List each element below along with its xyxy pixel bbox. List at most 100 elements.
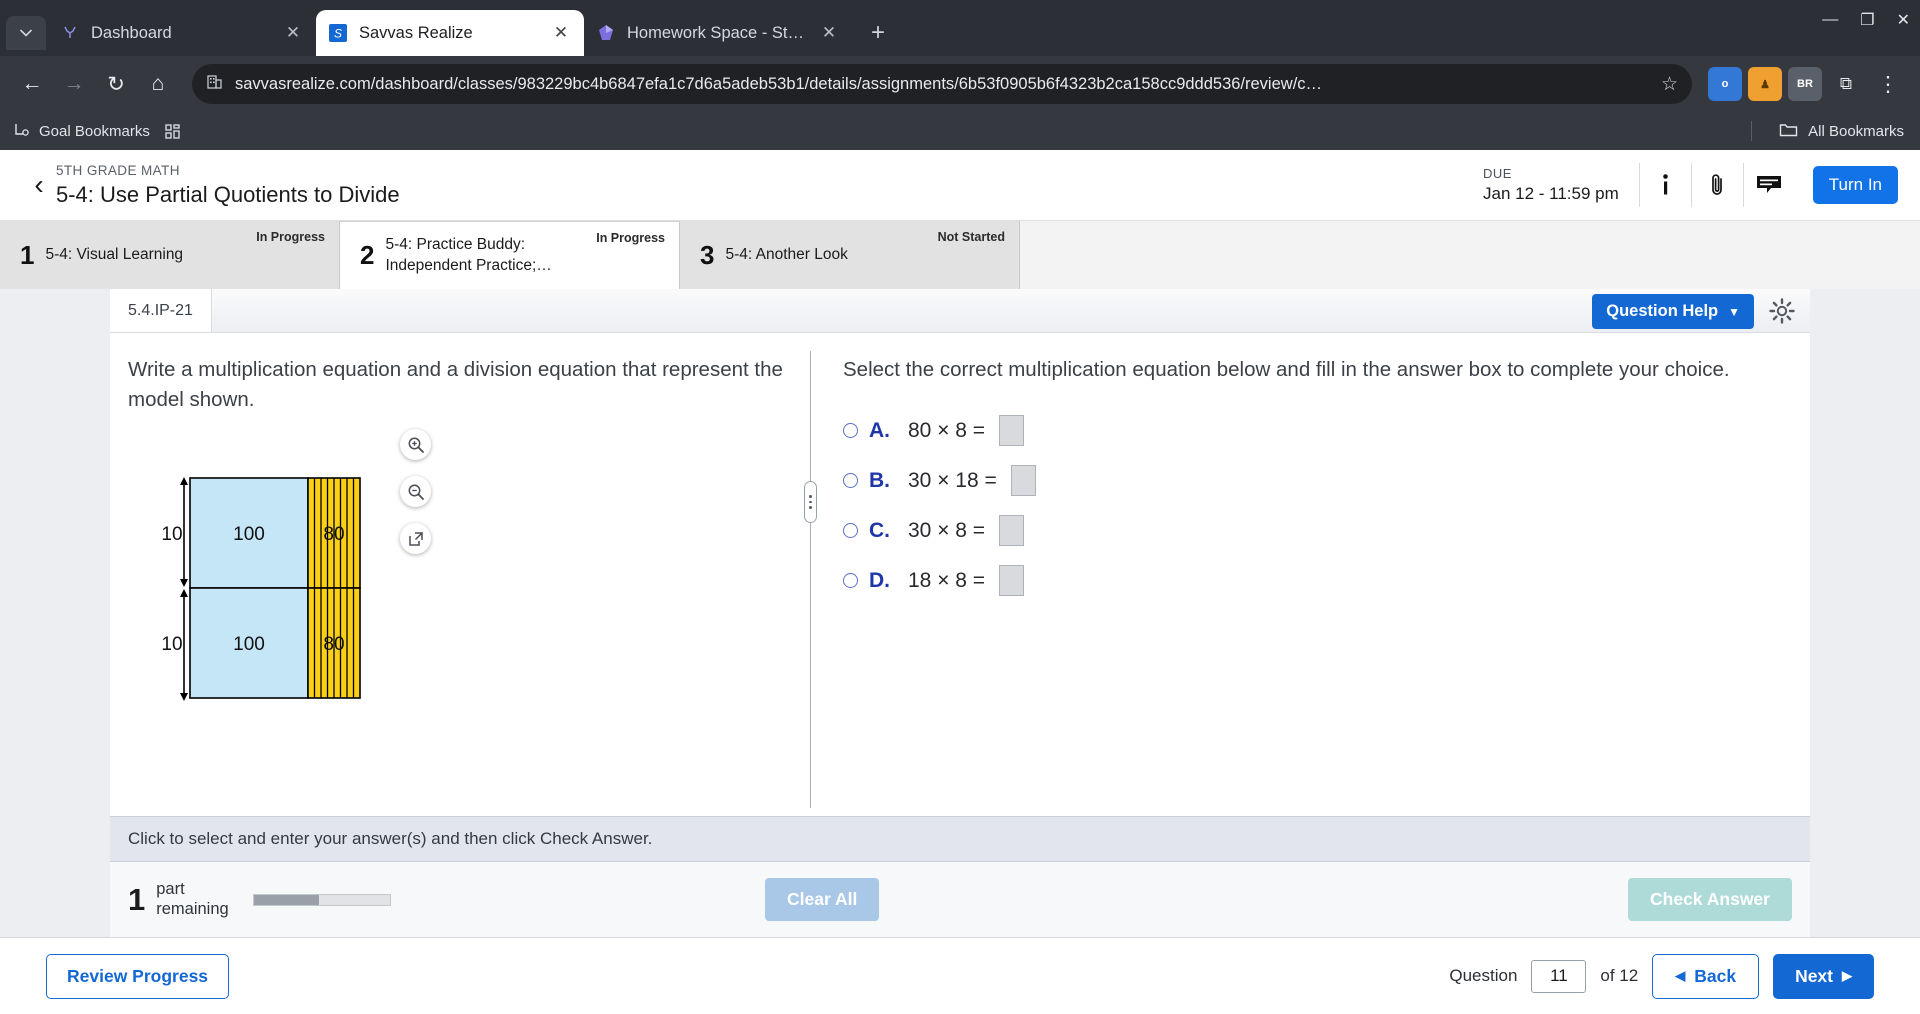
question-right-pane: Select the correct multiplication equati…	[811, 333, 1810, 816]
browser-tab-studyx[interactable]: Homework Space - StudyX ✕	[584, 10, 852, 56]
site-info-icon[interactable]	[206, 73, 223, 95]
svg-text:100: 100	[233, 634, 265, 655]
answer-input-box[interactable]	[999, 515, 1025, 547]
question-id: 5.4.IP-21	[110, 289, 212, 332]
close-icon[interactable]: ✕	[550, 22, 572, 44]
browser-window: Dashboard ✕ S Savvas Realize ✕ Homework …	[0, 0, 1920, 1014]
answer-choice-a[interactable]: A. 80 × 8 =	[843, 415, 1782, 447]
answer-input-box[interactable]	[999, 565, 1025, 597]
attachment-icon[interactable]	[1690, 163, 1743, 207]
progress-bar	[252, 893, 391, 906]
svg-text:100: 100	[233, 524, 265, 545]
lesson-tabs: In Progress 1 5-4: Visual Learning In Pr…	[0, 221, 1920, 289]
info-icon[interactable]	[1638, 163, 1691, 207]
tab-search-button[interactable]	[6, 16, 46, 50]
review-progress-button[interactable]: Review Progress	[46, 953, 230, 999]
choice-expression: 30 × 8 =	[908, 518, 986, 542]
browser-tab-dashboard[interactable]: Dashboard ✕	[48, 10, 316, 56]
lesson-tab-3[interactable]: Not Started 3 5-4: Another Look	[680, 221, 1020, 289]
chevron-left-icon[interactable]: ‹	[22, 169, 56, 201]
choice-expression: 18 × 8 =	[908, 568, 986, 592]
extension-sidepanel-icon[interactable]: ⧉	[1828, 66, 1864, 102]
browser-tab-savvas-realize[interactable]: S Savvas Realize ✕	[316, 10, 584, 56]
lesson-tab-status: In Progress	[256, 230, 325, 244]
lesson-tab-2[interactable]: In Progress 2 5-4: Practice Buddy: Indep…	[340, 221, 680, 289]
comment-icon[interactable]	[1742, 163, 1795, 207]
all-bookmarks-button[interactable]: All Bookmarks	[1779, 121, 1904, 142]
forward-icon[interactable]: →	[56, 66, 92, 102]
lesson-tab-number: 1	[20, 239, 35, 270]
answer-prompt: Select the correct multiplication equati…	[843, 358, 1730, 381]
lesson-tab-status: In Progress	[596, 231, 665, 245]
lesson-tab-1[interactable]: In Progress 1 5-4: Visual Learning	[0, 221, 340, 289]
apps-grid-icon[interactable]	[164, 123, 181, 140]
question-total-label: of 12	[1600, 966, 1639, 985]
question-number-input[interactable]: 11	[1531, 959, 1587, 993]
bookmark-goal-bookmarks[interactable]: Goal Bookmarks	[14, 121, 150, 142]
extension-orange-icon[interactable]: ♟	[1748, 67, 1782, 101]
address-bar[interactable]: savvasrealize.com/dashboard/classes/9832…	[192, 64, 1692, 104]
choice-letter: A.	[869, 418, 890, 442]
folder-gear-icon	[14, 121, 31, 142]
answer-input-box[interactable]	[999, 415, 1025, 447]
parts-count: 1	[128, 881, 146, 917]
back-icon[interactable]: ←	[14, 66, 50, 102]
question-help-button[interactable]: Question Help ▼	[1592, 294, 1754, 329]
reload-icon[interactable]: ↻	[98, 66, 134, 102]
parts-remaining: 1 part remaining	[128, 880, 391, 920]
svg-text:S: S	[334, 27, 342, 41]
radio-button[interactable]	[843, 473, 858, 489]
course-label: 5TH GRADE MATH	[56, 162, 180, 178]
choice-letter: B.	[869, 468, 890, 492]
back-button[interactable]: ◀ Back	[1652, 953, 1760, 999]
maximize-icon[interactable]: ❐	[1860, 10, 1874, 30]
next-button[interactable]: Next ▶	[1773, 953, 1874, 999]
due-label: DUE	[1482, 166, 1512, 181]
lesson-tab-label: 5-4: Visual Learning	[45, 245, 184, 263]
turn-in-button[interactable]: Turn In	[1812, 166, 1898, 204]
choice-expression: 30 × 18 =	[908, 468, 997, 492]
clear-all-button[interactable]: Clear All	[765, 878, 880, 921]
radio-button[interactable]	[843, 523, 858, 539]
savvas-logo-icon: S	[328, 23, 348, 43]
zoom-in-icon[interactable]	[400, 429, 431, 460]
divider-drag-handle[interactable]	[804, 481, 817, 523]
close-icon[interactable]: ✕	[282, 22, 304, 44]
browser-menu-icon[interactable]: ⋮	[1870, 66, 1906, 102]
close-icon[interactable]: ✕	[818, 22, 840, 44]
lesson-tab-label: 5-4: Another Look	[725, 245, 848, 263]
next-button-label: Next	[1795, 965, 1833, 986]
bookmark-star-icon[interactable]: ☆	[1661, 73, 1678, 96]
bookmarks-bar: Goal Bookmarks All Bookmarks	[0, 112, 1920, 150]
check-answer-button[interactable]: Check Answer	[1628, 878, 1792, 921]
radio-button[interactable]	[843, 423, 858, 439]
assignment-header: ‹ 5TH GRADE MATH 5-4: Use Partial Quotie…	[0, 150, 1920, 221]
extension-br-icon[interactable]: BR	[1788, 67, 1822, 101]
browser-tabstrip: Dashboard ✕ S Savvas Realize ✕ Homework …	[0, 0, 1920, 56]
browser-tab-title: Homework Space - StudyX	[627, 23, 807, 42]
minimize-icon[interactable]: —	[1822, 11, 1838, 29]
answer-choice-c[interactable]: C. 30 × 8 =	[843, 515, 1782, 547]
page-footer: Review Progress Question 11 of 12 ◀ Back…	[0, 937, 1920, 1014]
answer-choice-b[interactable]: B. 30 × 18 =	[843, 465, 1782, 497]
all-bookmarks-label: All Bookmarks	[1808, 122, 1904, 140]
gear-icon[interactable]	[1768, 297, 1796, 325]
deer-icon	[60, 23, 80, 43]
lesson-tab-label: 5-4: Practice Buddy: Independent Practic…	[385, 236, 552, 274]
answer-input-box[interactable]	[1010, 465, 1036, 497]
extension-o-icon[interactable]: o	[1708, 67, 1742, 101]
question-body: Write a multiplication equation and a di…	[110, 333, 1810, 816]
folder-icon	[1779, 121, 1798, 142]
new-tab-button[interactable]: +	[860, 15, 896, 51]
pane-divider[interactable]	[804, 351, 817, 808]
question-panel: 5.4.IP-21 Question Help ▼ Write a multip…	[110, 289, 1810, 937]
radio-button[interactable]	[843, 573, 858, 589]
bookmarks-divider	[1751, 121, 1752, 141]
parts-label-line1: part	[156, 879, 185, 898]
footer-navigation: Question 11 of 12 ◀ Back Next ▶	[1449, 953, 1874, 999]
due-block: DUE Jan 12 - 11:59 pm	[1483, 166, 1639, 204]
browser-tab-title: Dashboard	[91, 23, 172, 42]
window-close-icon[interactable]: ✕	[1897, 10, 1910, 30]
answer-choice-d[interactable]: D. 18 × 8 =	[843, 565, 1782, 597]
home-icon[interactable]: ⌂	[140, 66, 176, 102]
